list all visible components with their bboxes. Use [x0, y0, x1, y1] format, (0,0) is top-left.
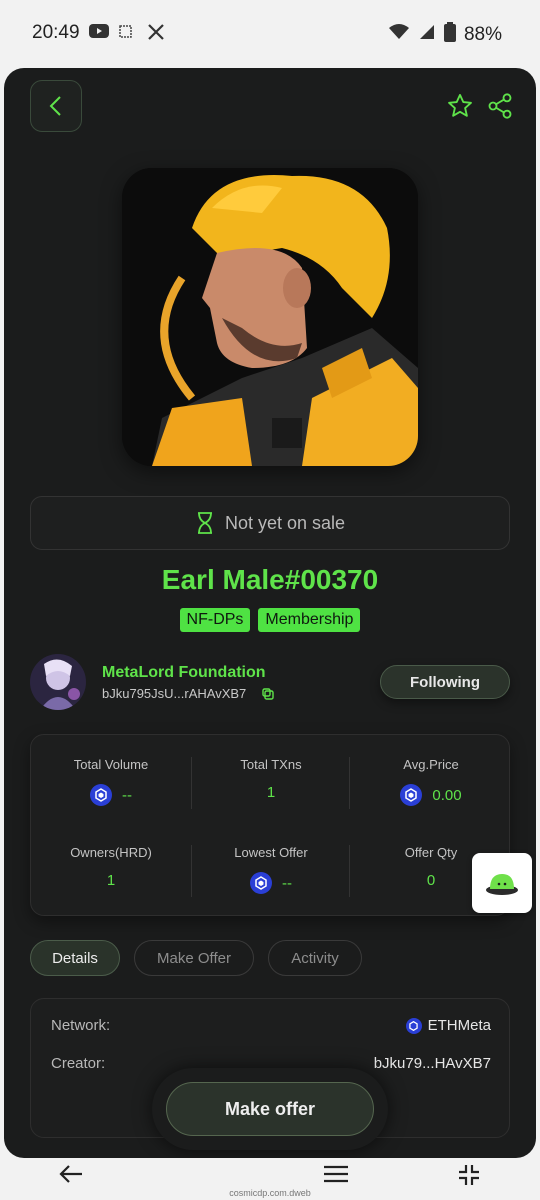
stat-total-txns: Total TXns 1 — [191, 757, 351, 801]
eth-meta-coin-icon — [405, 1017, 422, 1034]
app-notification-icon — [118, 22, 134, 45]
stat-total-volume: Total Volume -- — [31, 757, 191, 806]
sale-status-box: Not yet on sale — [30, 496, 510, 550]
eth-meta-coin-icon — [400, 784, 423, 806]
nft-tags: NF-DPs Membership — [4, 608, 536, 632]
stat-lowest-offer: Lowest Offer -- — [191, 845, 351, 894]
creator-name[interactable]: MetaLord Foundation — [102, 664, 266, 682]
stat-label: Avg.Price — [403, 757, 459, 772]
tab-activity[interactable]: Activity — [268, 940, 362, 976]
network-label: Network: — [51, 1017, 111, 1034]
stat-label: Total TXns — [240, 757, 302, 772]
network-value: ETHMeta — [427, 1017, 491, 1034]
youtube-icon — [88, 22, 110, 45]
favorite-button[interactable] — [446, 92, 474, 120]
following-button[interactable]: Following — [380, 665, 510, 699]
stat-value: 0.00 — [432, 786, 462, 804]
nft-image — [122, 168, 418, 466]
eth-meta-coin-icon — [90, 784, 112, 806]
nft-title: Earl Male#00370 — [161, 564, 379, 595]
creator-address: bJku795JsU...rAHAvXB7 — [102, 686, 247, 701]
stats-panel: Total Volume -- Total TXns 1 Avg.Price 0… — [30, 734, 510, 916]
tab-make-offer[interactable]: Make Offer — [134, 940, 254, 976]
stat-value: -- — [122, 786, 132, 804]
stat-value: -- — [282, 874, 292, 892]
stat-label: Total Volume — [73, 757, 149, 772]
stat-value: 0 — [426, 872, 436, 889]
hourglass-icon — [197, 512, 212, 534]
make-offer-button[interactable]: Make offer — [166, 1082, 374, 1136]
slime-mascot-icon — [486, 874, 518, 895]
stat-label: Owners(HRD) — [70, 845, 152, 860]
tag-membership: Membership — [258, 608, 361, 632]
signal-icon — [418, 23, 436, 47]
chevron-left-icon — [49, 96, 61, 116]
eth-meta-coin-icon — [250, 872, 272, 894]
stat-divider — [349, 845, 350, 897]
arrow-left-icon[interactable] — [58, 1164, 84, 1189]
system-nav-bar: cosmicdp.com.dweb — [0, 1158, 540, 1200]
floating-assistant-button[interactable] — [472, 853, 532, 913]
creator-row: MetaLord Foundation bJku795JsU...rAHAvXB… — [30, 654, 510, 710]
nft-detail-screen: Not yet on sale Earl Male#00370 NF-DPs M… — [4, 68, 536, 1158]
back-button[interactable] — [30, 80, 82, 132]
tag-nf-dps: NF-DPs — [179, 608, 251, 632]
creator-avatar[interactable] — [30, 654, 86, 710]
share-button[interactable] — [486, 92, 514, 120]
stat-divider — [349, 757, 350, 809]
stat-owners: Owners(HRD) 1 — [31, 845, 191, 889]
battery-percent: 88% — [463, 24, 502, 45]
share-icon — [488, 93, 512, 119]
page-url: cosmicdp.com.dweb — [229, 1188, 311, 1198]
creator-value[interactable]: bJku79...HAvXB7 — [374, 1055, 491, 1072]
stat-label: Lowest Offer — [234, 845, 308, 860]
wifi-icon — [388, 23, 410, 47]
menu-icon[interactable] — [323, 1164, 349, 1189]
stat-value: 1 — [106, 872, 116, 889]
collapse-icon[interactable] — [458, 1164, 480, 1191]
stat-avg-price: Avg.Price 0.00 — [351, 757, 511, 806]
tab-details[interactable]: Details — [30, 940, 120, 976]
sale-status-text: Not yet on sale — [224, 512, 346, 533]
status-time: 20:49 — [32, 22, 80, 43]
detail-row-network: Network: ETHMeta — [51, 1017, 491, 1034]
copy-icon[interactable] — [262, 687, 274, 700]
creator-label: Creator: — [51, 1055, 106, 1072]
status-bar: 20:49 88% — [0, 0, 540, 68]
detail-tabs: Details Make Offer Activity — [30, 940, 362, 976]
make-offer-container: Make offer — [152, 1068, 388, 1150]
star-icon — [448, 93, 472, 117]
battery-icon — [443, 22, 456, 48]
x-icon — [146, 22, 166, 47]
stat-value: 1 — [266, 784, 276, 801]
